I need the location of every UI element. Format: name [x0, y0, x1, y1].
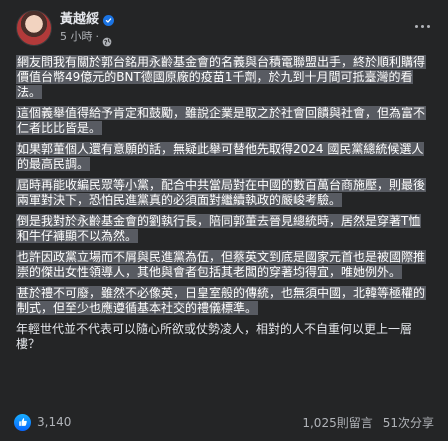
post-stats-bar: 3,140 1,025則留言 51次分享 — [14, 411, 434, 433]
post-paragraph: 網友問我有關於郭台銘用永齡基金會的名義與台積電聯盟出手，終於順利購得價值台幣49… — [16, 55, 432, 100]
thumbs-up-icon — [14, 413, 31, 431]
facebook-post: 黃越綏 5 小時 · 網友問我有關於郭台銘用永齡基金會的名義與台積電聯盟出手，終… — [0, 0, 448, 441]
paragraph-text: 屆時再能收編民眾等小黨，配合中共當局對在中國的數百萬台商施壓，則最後兩軍對決下，… — [16, 178, 427, 207]
paragraph-text: 網友問我有關於郭台銘用永齡基金會的名義與台積電聯盟出手，終於順利購得價值台幣49… — [16, 55, 427, 99]
post-body: 網友問我有關於郭台銘用永齡基金會的名義與台積電聯盟出手，終於順利購得價值台幣49… — [16, 55, 432, 358]
author-avatar[interactable] — [16, 10, 52, 46]
paragraph-text: 如果郭董個人還有意願的話，無疑此舉可替他先取得2024 國民黨總統候選人的最高民… — [16, 142, 425, 171]
post-header: 黃越綏 5 小時 · — [16, 10, 115, 47]
post-paragraph: 這個義舉值得給予肯定和鼓勵，雖說企業是取之於社會回饋與社會，但為富不仁者比比皆是… — [16, 106, 432, 136]
globe-icon[interactable] — [102, 32, 112, 47]
paragraph-text: 這個義舉值得給予肯定和鼓勵，雖說企業是取之於社會回饋與社會，但為富不仁者比比皆是… — [16, 106, 427, 135]
paragraph-text: 甚於禮不可廢，雖然不必像英，日皇室般的傳統，也無須中國，北韓等極權的制式，但至少… — [16, 286, 427, 315]
engagement-counts: 1,025則留言 51次分享 — [302, 414, 434, 431]
comment-count[interactable]: 1,025則留言 — [302, 414, 372, 431]
post-paragraph: 如果郭董個人還有意願的話，無疑此舉可替他先取得2024 國民黨總統候選人的最高民… — [16, 142, 432, 172]
timestamp-row: 5 小時 · — [60, 30, 114, 47]
more-dot — [420, 24, 424, 28]
paragraph-text: 年輕世代並不代表可以隨心所欲或仗勢凌人，相對的人不自重何以更上一層樓？ — [16, 322, 413, 351]
author-name[interactable]: 黃越綏 — [60, 12, 99, 28]
more-dot — [414, 24, 418, 28]
post-paragraph: 倒是我對於永齡基金會的劉執行長，陪同郭董去晉見總統時，居然是穿著T恤和牛仔褲顯不… — [16, 214, 432, 244]
post-paragraph: 甚於禮不可廢，雖然不必像英，日皇室般的傳統，也無須中國，北韓等極權的制式，但至少… — [16, 286, 432, 316]
more-options-icon[interactable] — [410, 14, 434, 38]
reactions-summary[interactable]: 3,140 — [14, 413, 71, 431]
paragraph-text: 倒是我對於永齡基金會的劉執行長，陪同郭董去晉見總統時，居然是穿著T恤和牛仔褲顯不… — [16, 214, 422, 243]
post-timestamp[interactable]: 5 小時 — [60, 30, 93, 44]
share-count[interactable]: 51次分享 — [383, 414, 434, 431]
post-paragraph: 屆時再能收編民眾等小黨，配合中共當局對在中國的數百萬台商施壓，則最後兩軍對決下，… — [16, 178, 432, 208]
post-paragraph: 也許因政黨立場而不屑與民進黨為伍，但蔡英文到底是國家元首也是被國際推崇的傑出女性… — [16, 250, 432, 280]
post-meta: 黃越綏 5 小時 · — [60, 12, 115, 47]
verified-badge-icon — [103, 14, 115, 26]
like-count[interactable]: 3,140 — [37, 415, 71, 429]
more-dot — [426, 24, 430, 28]
meta-separator: · — [95, 30, 100, 43]
post-paragraph: 年輕世代並不代表可以隨心所欲或仗勢凌人，相對的人不自重何以更上一層樓？ — [16, 322, 432, 352]
author-row: 黃越綏 — [60, 12, 115, 29]
paragraph-text: 也許因政黨立場而不屑與民進黨為伍，但蔡英文到底是國家元首也是被國際推崇的傑出女性… — [16, 250, 427, 279]
